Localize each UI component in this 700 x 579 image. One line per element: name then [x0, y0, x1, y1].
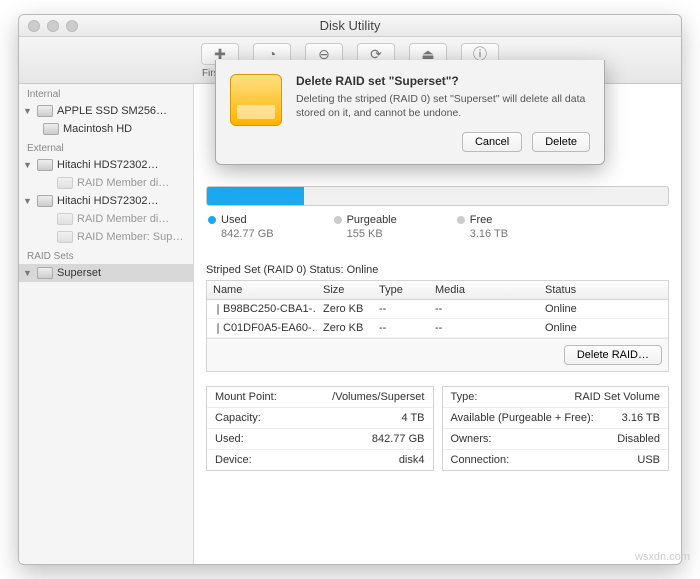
properties-right: Type: RAID Set Volume Available (Purgeable…: [442, 386, 670, 471]
window-title: Disk Utility: [19, 18, 681, 33]
sidebar-item[interactable]: ▼ Superset: [19, 264, 193, 282]
property-value: 842.77 GB: [372, 433, 425, 445]
sidebar-item-label: RAID Member di…: [77, 177, 169, 189]
disk-icon: [217, 304, 219, 315]
disk-icon: [37, 267, 53, 279]
chevron-down-icon[interactable]: ▼: [23, 268, 33, 278]
dialog-title: Delete RAID set "Superset"?: [296, 74, 590, 88]
property-key: Owners:: [451, 433, 492, 445]
property-key: Used:: [215, 433, 244, 445]
raid-status-heading: Striped Set (RAID 0) Status: Online: [206, 264, 669, 276]
legend-purgeable-label: Purgeable: [334, 214, 397, 226]
table-row[interactable]: B98BC250-CBA1-…Zero KB----Online: [207, 300, 668, 319]
usage-legend: Used 842.77 GB Purgeable 155 KB Free 3.1…: [208, 214, 667, 240]
property-key: Available (Purgeable + Free):: [451, 412, 594, 424]
usage-bar: [206, 186, 669, 206]
sidebar-item[interactable]: ▼ Hitachi HDS72302…: [19, 192, 193, 210]
property-row: Capacity: 4 TB: [207, 408, 433, 429]
disk-icon: [37, 195, 53, 207]
property-row: Connection: USB: [443, 450, 669, 470]
property-value: 3.16 TB: [622, 412, 660, 424]
legend-purgeable-value: 155 KB: [347, 228, 397, 240]
disk-icon: [57, 177, 73, 189]
table-row[interactable]: C01DF0A5-EA60-…Zero KB----Online: [207, 319, 668, 338]
property-value: Disabled: [617, 433, 660, 445]
sidebar-item[interactable]: ▼ Hitachi HDS72302…: [19, 156, 193, 174]
property-key: Device:: [215, 454, 252, 466]
dialog-description: Deleting the striped (RAID 0) set "Super…: [296, 92, 590, 120]
zoom-icon[interactable]: [66, 20, 78, 32]
property-value: 4 TB: [401, 412, 424, 424]
property-row: Owners: Disabled: [443, 429, 669, 450]
usage-bar-used: [207, 187, 304, 205]
sidebar-item[interactable]: RAID Member di…: [19, 210, 193, 228]
raid-members-table: Name Size Type Media Status B98BC250-CBA…: [206, 280, 669, 372]
property-key: Connection:: [451, 454, 510, 466]
delete-button[interactable]: Delete: [532, 132, 590, 152]
col-media[interactable]: Media: [429, 281, 539, 299]
titlebar[interactable]: Disk Utility: [19, 15, 681, 37]
disk-icon: [57, 213, 73, 225]
property-value: USB: [637, 454, 660, 466]
chevron-down-icon[interactable]: ▼: [23, 160, 33, 170]
delete-confirm-dialog: Delete RAID set "Superset"? Deleting the…: [215, 60, 605, 165]
disk-icon: [43, 123, 59, 135]
property-row: Mount Point: /Volumes/Superset: [207, 387, 433, 408]
legend-free-label: Free: [457, 214, 508, 226]
delete-raid-button[interactable]: Delete RAID…: [564, 345, 662, 365]
property-row: Type: RAID Set Volume: [443, 387, 669, 408]
legend-used-value: 842.77 GB: [221, 228, 274, 240]
disk-icon: [37, 159, 53, 171]
sidebar-item-label: Hitachi HDS72302…: [57, 195, 159, 207]
property-value: /Volumes/Superset: [332, 391, 424, 403]
property-key: Type:: [451, 391, 478, 403]
sidebar-item-label: Macintosh HD: [63, 123, 132, 135]
sidebar-item[interactable]: Macintosh HD: [19, 120, 193, 138]
property-value: disk4: [399, 454, 425, 466]
sidebar-item-label: RAID Member: Sup…: [77, 231, 183, 243]
property-row: Device: disk4: [207, 450, 433, 470]
watermark: wsxdn.com: [635, 551, 690, 563]
disk-icon: [37, 105, 53, 117]
sidebar: Internal ▼ APPLE SSD SM256… Macintosh HD Ext…: [19, 84, 194, 564]
chevron-down-icon[interactable]: ▼: [23, 106, 33, 116]
legend-free-value: 3.16 TB: [470, 228, 508, 240]
sidebar-item[interactable]: ▼ APPLE SSD SM256…: [19, 102, 193, 120]
sidebar-header: RAID Sets: [19, 246, 193, 264]
properties-left: Mount Point: /Volumes/Superset Capacity: 4 …: [206, 386, 434, 471]
sidebar-item-label: Superset: [57, 267, 101, 279]
app-window: Disk Utility ✚First Aid◔Partition⊖Erase⟳…: [18, 14, 682, 565]
sidebar-item-label: Hitachi HDS72302…: [57, 159, 159, 171]
minimize-icon[interactable]: [47, 20, 59, 32]
sidebar-item[interactable]: RAID Member: Sup…: [19, 228, 193, 246]
col-name[interactable]: Name: [207, 281, 317, 299]
property-value: RAID Set Volume: [574, 391, 660, 403]
sidebar-header: External: [19, 138, 193, 156]
disk-icon: [57, 231, 73, 243]
sidebar-item-label: RAID Member di…: [77, 213, 169, 225]
close-icon[interactable]: [28, 20, 40, 32]
disk-icon: [217, 323, 219, 334]
property-row: Used: 842.77 GB: [207, 429, 433, 450]
cancel-button[interactable]: Cancel: [462, 132, 522, 152]
property-row: Available (Purgeable + Free): 3.16 TB: [443, 408, 669, 429]
property-key: Mount Point:: [215, 391, 277, 403]
sidebar-item-label: APPLE SSD SM256…: [57, 105, 167, 117]
col-type[interactable]: Type: [373, 281, 429, 299]
chevron-down-icon[interactable]: ▼: [23, 196, 33, 206]
sidebar-header: Internal: [19, 84, 193, 102]
drive-icon: [230, 74, 282, 126]
sidebar-item[interactable]: RAID Member di…: [19, 174, 193, 192]
property-key: Capacity:: [215, 412, 261, 424]
col-status[interactable]: Status: [539, 281, 668, 299]
legend-used-label: Used: [208, 214, 274, 226]
col-size[interactable]: Size: [317, 281, 373, 299]
